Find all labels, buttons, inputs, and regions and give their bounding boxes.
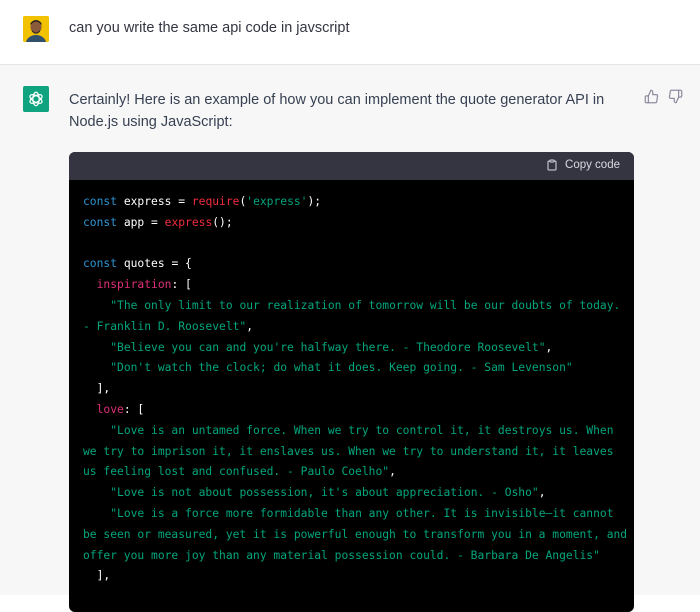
code-token: : [: [171, 278, 192, 292]
user-avatar-image: [23, 16, 49, 42]
code-token: - Franklin D. Roosevelt": [83, 319, 247, 333]
code-token: const: [83, 257, 118, 271]
code-token: love: [96, 402, 124, 416]
code-token: be seen or measured, yet it is powerful …: [83, 527, 628, 541]
code-token: "Love is a force more formidable than an…: [110, 506, 614, 520]
copy-code-button[interactable]: Copy code: [546, 158, 620, 172]
user-avatar: [23, 16, 49, 42]
code-token: ();: [212, 215, 233, 229]
code-token: inspiration: [96, 278, 172, 292]
code-token: offer you more joy than any material pos…: [83, 548, 600, 562]
user-message-text: can you write the same api code in javsc…: [69, 20, 350, 36]
code-block-header: Copy code: [69, 152, 634, 180]
code-token: );: [307, 195, 322, 208]
code-token: =: [144, 215, 165, 229]
thumbs-down-icon[interactable]: [668, 89, 683, 109]
code-token: =: [164, 257, 186, 271]
code-token: : [: [123, 402, 145, 416]
code-token: "Love is an untamed force. When we try t…: [110, 423, 614, 437]
code-token: ],: [96, 569, 111, 583]
code-token: we try to imprison it, it enslaves us. W…: [83, 444, 614, 458]
code-token: ,: [538, 486, 546, 500]
code-token: us feeling lost and confused. - Paulo Co…: [83, 465, 390, 479]
code-token: ,: [246, 319, 254, 333]
code-token: ],: [96, 382, 111, 396]
code-token: {: [185, 257, 192, 271]
code-token: const: [83, 195, 118, 208]
clipboard-icon: [547, 159, 557, 171]
user-message-row: can you write the same api code in javsc…: [0, 0, 700, 65]
assistant-message-row: Certainly! Here is an example of how you…: [0, 65, 700, 612]
code-token: 'express': [246, 195, 308, 208]
copy-code-label: Copy code: [565, 159, 620, 171]
assistant-intro-text: Certainly! Here is an example of how you…: [69, 92, 605, 130]
code-token: ,: [389, 465, 396, 479]
code-block: Copy code const express = require('expre…: [69, 152, 634, 612]
chatgpt-logo-icon: [23, 86, 49, 112]
code-token: ,: [545, 340, 553, 354]
code-token: quotes: [123, 257, 165, 271]
code-token: "Love is not about possession, it's abou…: [110, 486, 539, 500]
thumbs-up-icon[interactable]: [644, 89, 659, 109]
code-token: require: [191, 195, 240, 208]
code-token: "The only limit to our realization of to…: [110, 298, 621, 312]
code-token: app: [123, 215, 145, 229]
code-token: "Don't watch the clock; do what it does.…: [110, 361, 573, 375]
code-token: =: [171, 195, 192, 208]
code-token: "Believe you can and you're halfway ther…: [110, 340, 546, 354]
code-token: const: [83, 215, 118, 229]
code-token: express: [123, 195, 172, 208]
code-content: const express = require('express'); cons…: [83, 192, 627, 587]
code-token: express: [164, 215, 213, 229]
